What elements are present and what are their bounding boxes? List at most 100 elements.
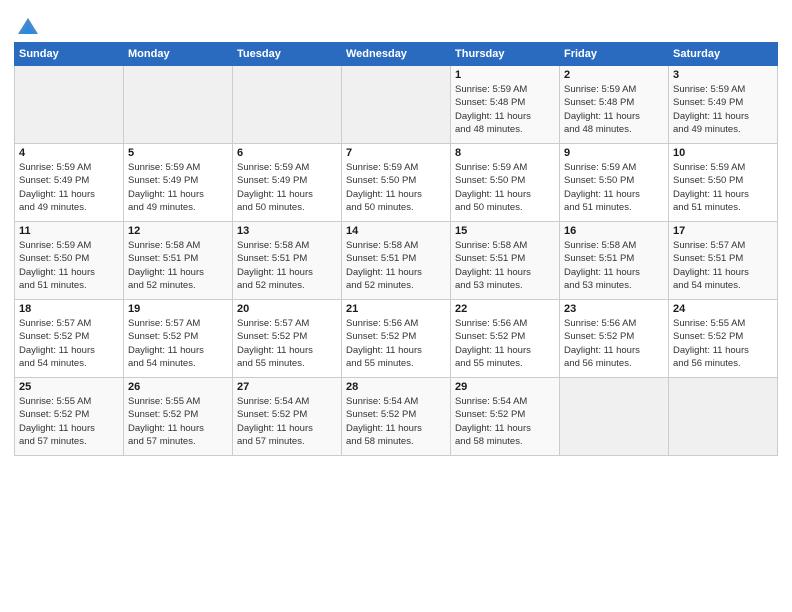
day-info: Sunrise: 5:58 AM Sunset: 5:51 PM Dayligh… [237, 239, 337, 292]
day-cell: 8 Sunrise: 5:59 AM Sunset: 5:50 PM Daylig… [451, 144, 560, 222]
day-number: 3 [673, 69, 773, 81]
page: SundayMondayTuesdayWednesdayThursdayFrid… [0, 0, 792, 612]
day-cell: 5 Sunrise: 5:59 AM Sunset: 5:49 PM Daylig… [124, 144, 233, 222]
day-info: Sunrise: 5:59 AM Sunset: 5:48 PM Dayligh… [564, 83, 664, 136]
day-cell [124, 66, 233, 144]
day-info: Sunrise: 5:59 AM Sunset: 5:49 PM Dayligh… [237, 161, 337, 214]
day-number: 15 [455, 225, 555, 237]
week-row-5: 25 Sunrise: 5:55 AM Sunset: 5:52 PM Dayli… [15, 378, 778, 456]
day-info: Sunrise: 5:58 AM Sunset: 5:51 PM Dayligh… [346, 239, 446, 292]
day-number: 6 [237, 147, 337, 159]
day-number: 29 [455, 381, 555, 393]
day-number: 16 [564, 225, 664, 237]
day-cell: 23 Sunrise: 5:56 AM Sunset: 5:52 PM Dayli… [560, 300, 669, 378]
day-number: 20 [237, 303, 337, 315]
day-number: 18 [19, 303, 119, 315]
day-info: Sunrise: 5:58 AM Sunset: 5:51 PM Dayligh… [128, 239, 228, 292]
day-info: Sunrise: 5:54 AM Sunset: 5:52 PM Dayligh… [455, 395, 555, 448]
day-cell [342, 66, 451, 144]
day-cell: 16 Sunrise: 5:58 AM Sunset: 5:51 PM Dayli… [560, 222, 669, 300]
day-info: Sunrise: 5:59 AM Sunset: 5:50 PM Dayligh… [673, 161, 773, 214]
week-row-2: 4 Sunrise: 5:59 AM Sunset: 5:49 PM Daylig… [15, 144, 778, 222]
day-number: 7 [346, 147, 446, 159]
header-row: SundayMondayTuesdayWednesdayThursdayFrid… [15, 43, 778, 66]
day-info: Sunrise: 5:59 AM Sunset: 5:49 PM Dayligh… [128, 161, 228, 214]
day-cell: 26 Sunrise: 5:55 AM Sunset: 5:52 PM Dayli… [124, 378, 233, 456]
day-number: 24 [673, 303, 773, 315]
calendar-table: SundayMondayTuesdayWednesdayThursdayFrid… [14, 42, 778, 456]
day-info: Sunrise: 5:57 AM Sunset: 5:52 PM Dayligh… [237, 317, 337, 370]
day-number: 25 [19, 381, 119, 393]
day-info: Sunrise: 5:57 AM Sunset: 5:52 PM Dayligh… [128, 317, 228, 370]
day-cell: 27Sunrise: 5:54 AM Sunset: 5:52 PM Dayli… [233, 378, 342, 456]
day-number: 26 [128, 381, 228, 393]
header-cell-saturday: Saturday [669, 43, 778, 66]
day-number: 4 [19, 147, 119, 159]
header-cell-wednesday: Wednesday [342, 43, 451, 66]
day-cell: 10 Sunrise: 5:59 AM Sunset: 5:50 PM Dayli… [669, 144, 778, 222]
day-info: Sunrise: 5:57 AM Sunset: 5:51 PM Dayligh… [673, 239, 773, 292]
day-number: 8 [455, 147, 555, 159]
day-cell: 13Sunrise: 5:58 AM Sunset: 5:51 PM Dayli… [233, 222, 342, 300]
day-cell: 4 Sunrise: 5:59 AM Sunset: 5:49 PM Daylig… [15, 144, 124, 222]
day-number: 2 [564, 69, 664, 81]
day-info: Sunrise: 5:59 AM Sunset: 5:50 PM Dayligh… [564, 161, 664, 214]
logo-icon [16, 14, 40, 38]
day-cell: 22 Sunrise: 5:56 AM Sunset: 5:52 PM Dayli… [451, 300, 560, 378]
day-number: 9 [564, 147, 664, 159]
day-cell: 19 Sunrise: 5:57 AM Sunset: 5:52 PM Dayli… [124, 300, 233, 378]
calendar-header: SundayMondayTuesdayWednesdayThursdayFrid… [15, 43, 778, 66]
day-cell: 29 Sunrise: 5:54 AM Sunset: 5:52 PM Dayli… [451, 378, 560, 456]
day-cell: 20 Sunrise: 5:57 AM Sunset: 5:52 PM Dayli… [233, 300, 342, 378]
week-row-4: 18 Sunrise: 5:57 AM Sunset: 5:52 PM Dayli… [15, 300, 778, 378]
week-row-3: 11Sunrise: 5:59 AM Sunset: 5:50 PM Dayli… [15, 222, 778, 300]
day-cell: 9 Sunrise: 5:59 AM Sunset: 5:50 PM Daylig… [560, 144, 669, 222]
day-info: Sunrise: 5:56 AM Sunset: 5:52 PM Dayligh… [564, 317, 664, 370]
header [14, 10, 778, 38]
day-number: 11 [19, 225, 119, 237]
day-number: 12 [128, 225, 228, 237]
day-number: 5 [128, 147, 228, 159]
day-info: Sunrise: 5:56 AM Sunset: 5:52 PM Dayligh… [455, 317, 555, 370]
day-info: Sunrise: 5:55 AM Sunset: 5:52 PM Dayligh… [673, 317, 773, 370]
day-number: 22 [455, 303, 555, 315]
calendar-body: 1 Sunrise: 5:59 AM Sunset: 5:48 PM Daylig… [15, 66, 778, 456]
day-number: 10 [673, 147, 773, 159]
day-cell: 11Sunrise: 5:59 AM Sunset: 5:50 PM Dayli… [15, 222, 124, 300]
day-number: 23 [564, 303, 664, 315]
day-number: 19 [128, 303, 228, 315]
day-number: 17 [673, 225, 773, 237]
header-cell-friday: Friday [560, 43, 669, 66]
day-number: 28 [346, 381, 446, 393]
day-cell: 12 Sunrise: 5:58 AM Sunset: 5:51 PM Dayli… [124, 222, 233, 300]
day-info: Sunrise: 5:59 AM Sunset: 5:49 PM Dayligh… [19, 161, 119, 214]
day-info: Sunrise: 5:59 AM Sunset: 5:49 PM Dayligh… [673, 83, 773, 136]
day-info: Sunrise: 5:58 AM Sunset: 5:51 PM Dayligh… [455, 239, 555, 292]
day-info: Sunrise: 5:59 AM Sunset: 5:48 PM Dayligh… [455, 83, 555, 136]
header-cell-tuesday: Tuesday [233, 43, 342, 66]
day-cell [669, 378, 778, 456]
day-cell: 3 Sunrise: 5:59 AM Sunset: 5:49 PM Daylig… [669, 66, 778, 144]
header-cell-monday: Monday [124, 43, 233, 66]
day-cell: 17 Sunrise: 5:57 AM Sunset: 5:51 PM Dayli… [669, 222, 778, 300]
day-cell: 7 Sunrise: 5:59 AM Sunset: 5:50 PM Daylig… [342, 144, 451, 222]
day-info: Sunrise: 5:58 AM Sunset: 5:51 PM Dayligh… [564, 239, 664, 292]
header-cell-thursday: Thursday [451, 43, 560, 66]
day-number: 1 [455, 69, 555, 81]
day-cell: 2 Sunrise: 5:59 AM Sunset: 5:48 PM Daylig… [560, 66, 669, 144]
day-info: Sunrise: 5:59 AM Sunset: 5:50 PM Dayligh… [455, 161, 555, 214]
day-cell: 14 Sunrise: 5:58 AM Sunset: 5:51 PM Dayli… [342, 222, 451, 300]
day-cell: 6 Sunrise: 5:59 AM Sunset: 5:49 PM Daylig… [233, 144, 342, 222]
day-cell: 24 Sunrise: 5:55 AM Sunset: 5:52 PM Dayli… [669, 300, 778, 378]
day-number: 21 [346, 303, 446, 315]
day-info: Sunrise: 5:59 AM Sunset: 5:50 PM Dayligh… [346, 161, 446, 214]
week-row-1: 1 Sunrise: 5:59 AM Sunset: 5:48 PM Daylig… [15, 66, 778, 144]
day-info: Sunrise: 5:56 AM Sunset: 5:52 PM Dayligh… [346, 317, 446, 370]
day-info: Sunrise: 5:54 AM Sunset: 5:52 PM Dayligh… [237, 395, 337, 448]
day-cell [233, 66, 342, 144]
day-number: 14 [346, 225, 446, 237]
day-cell: 18Sunrise: 5:57 AM Sunset: 5:52 PM Dayli… [15, 300, 124, 378]
day-info: Sunrise: 5:55 AM Sunset: 5:52 PM Dayligh… [128, 395, 228, 448]
day-cell [15, 66, 124, 144]
day-cell: 28Sunrise: 5:54 AM Sunset: 5:52 PM Dayli… [342, 378, 451, 456]
